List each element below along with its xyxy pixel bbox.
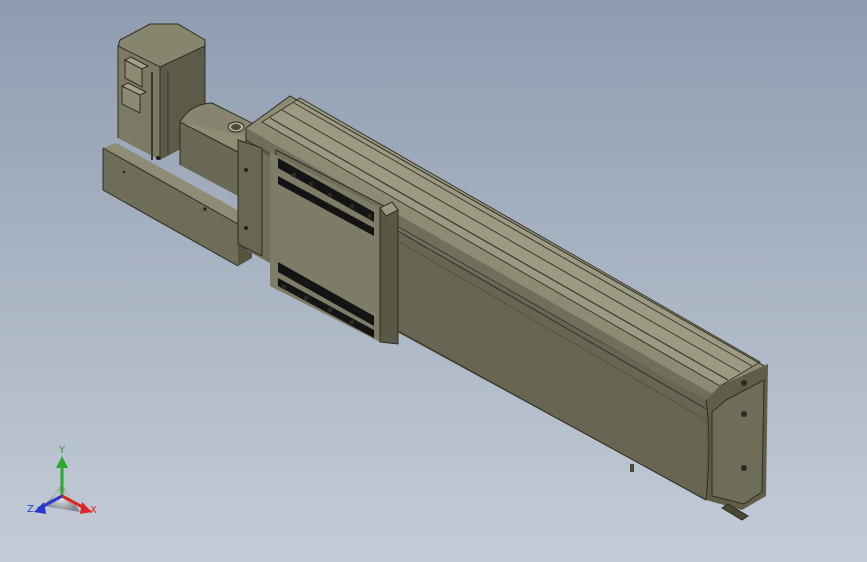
triad-y-label: Y: [59, 445, 66, 456]
triad-z-label: Z: [27, 504, 34, 515]
linear-actuator-model[interactable]: [0, 0, 867, 562]
triad-graphic: [34, 456, 92, 514]
cad-viewport[interactable]: Y X Z: [0, 0, 867, 562]
triad-x-label: X: [90, 505, 97, 516]
orientation-triad[interactable]: Y X Z: [22, 446, 112, 526]
motor-side-end-block[interactable]: [237, 139, 263, 257]
